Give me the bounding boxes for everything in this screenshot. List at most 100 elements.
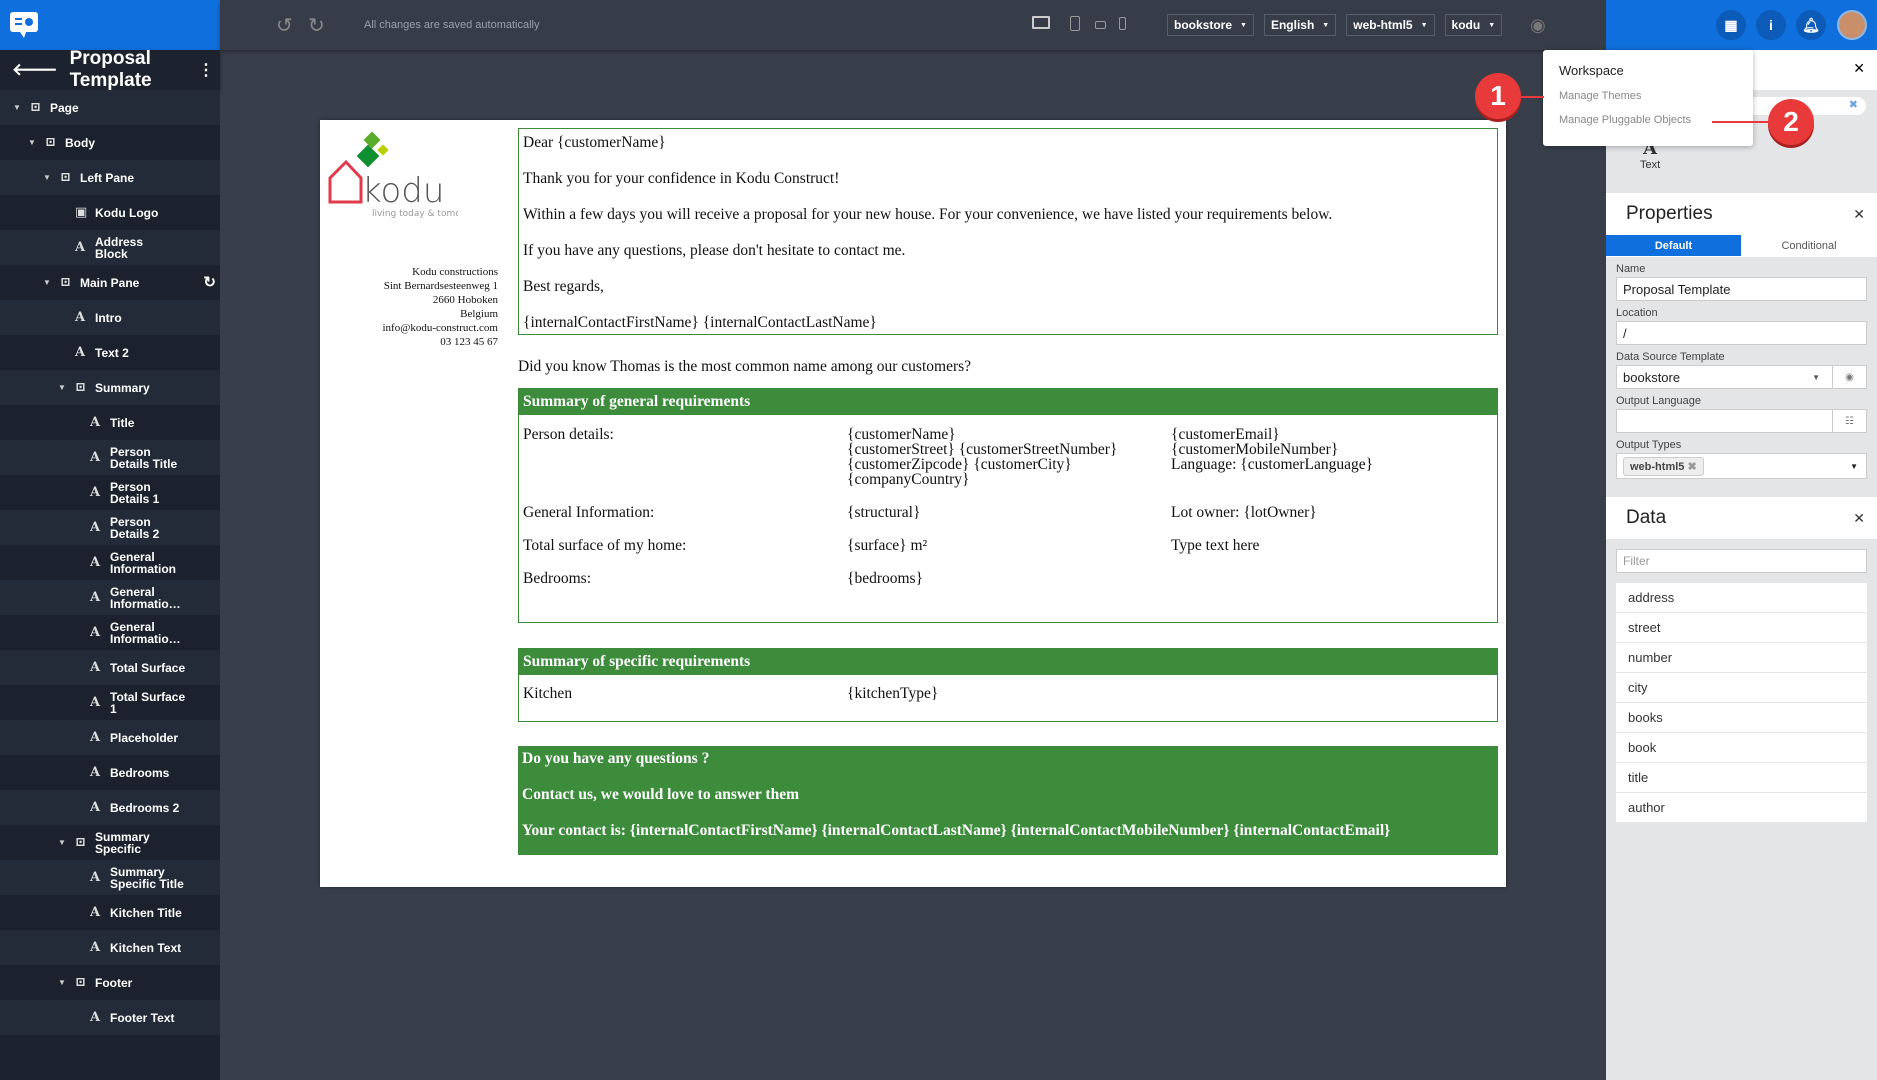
datasource-select[interactable]: bookstore ▼	[1167, 14, 1254, 36]
tree-item[interactable]: A Bedrooms	[0, 755, 220, 790]
caret-down-icon: ▼	[1322, 21, 1330, 29]
expand-caret-icon[interactable]: ▼	[43, 277, 51, 289]
did-you-know-text[interactable]: Did you know Thomas is the most common n…	[518, 358, 971, 376]
footer-block[interactable]: Do you have any questions ? Contact us, …	[518, 746, 1498, 855]
tree-item[interactable]: A Footer Text	[0, 1000, 220, 1035]
tree-item-label: Page	[50, 100, 79, 115]
avatar[interactable]	[1837, 10, 1867, 40]
container-icon: ⊡	[45, 134, 56, 150]
summary-cell: Type text here	[1171, 537, 1260, 554]
kodu-logo[interactable]: kodu living today & tomorrow	[328, 128, 458, 223]
data-filter-input[interactable]: Filter	[1616, 549, 1867, 573]
data-field-item[interactable]: title	[1616, 763, 1867, 793]
theme-select[interactable]: kodu ▼	[1444, 14, 1503, 36]
tree-item[interactable]: ▼ ⊡ Page	[0, 90, 220, 125]
menu-item-manage-pluggable-objects[interactable]: Manage Pluggable Objects	[1559, 114, 1691, 126]
text-icon: A	[90, 799, 101, 815]
tree-item[interactable]: A Kitchen Title	[0, 895, 220, 930]
refresh-icon[interactable]: ↻	[203, 275, 216, 290]
tree-item[interactable]: A Placeholder	[0, 720, 220, 755]
output-language-field[interactable]: ☷	[1616, 409, 1867, 433]
language-select[interactable]: English ▼	[1263, 14, 1337, 36]
specific-summary[interactable]: Summary of specific requirements Kitchen…	[518, 648, 1498, 722]
data-field-item[interactable]: book	[1616, 733, 1867, 763]
redo-icon[interactable]: ↻	[308, 13, 325, 38]
location-field[interactable]: /	[1616, 321, 1867, 345]
tree-item[interactable]: A Total Surface	[0, 650, 220, 685]
menu-item-manage-themes[interactable]: Manage Themes	[1559, 90, 1641, 102]
tree-item[interactable]: ▼ ⊡ Footer	[0, 965, 220, 1000]
tab-default[interactable]: Default	[1606, 235, 1741, 256]
data-field-item[interactable]: author	[1616, 793, 1867, 823]
tree-item[interactable]: A Person Details 1	[0, 475, 220, 510]
output-select[interactable]: web-html5 ▼	[1346, 14, 1435, 36]
more-menu-icon[interactable]: ⋮	[198, 60, 214, 80]
container-icon: ⊡	[60, 274, 71, 290]
intro-line: Best regards,	[523, 278, 604, 295]
output-types-field[interactable]: web-html5 ✖ ▼	[1616, 453, 1867, 479]
expand-caret-icon[interactable]: ▼	[58, 977, 66, 989]
tree-item[interactable]: A Title	[0, 405, 220, 440]
tree-item[interactable]: A Person Details 2	[0, 510, 220, 545]
tree-item[interactable]: A Text 2	[0, 335, 220, 370]
expand-caret-icon[interactable]: ▼	[43, 172, 51, 184]
collapse-icon[interactable]: ✕	[1853, 60, 1865, 77]
tree-item[interactable]: ▼ ⊡ Summary Specific	[0, 825, 220, 860]
collapse-icon[interactable]: ✕	[1853, 206, 1865, 223]
tablet-view-icon[interactable]	[1070, 16, 1080, 31]
data-field-item[interactable]: city	[1616, 673, 1867, 703]
tree-item[interactable]: A Kitchen Text	[0, 930, 220, 965]
expand-caret-icon[interactable]: ▼	[58, 382, 66, 394]
tree-item[interactable]: A Person Details Title	[0, 440, 220, 475]
tree-item-label: Text 2	[95, 345, 129, 360]
tree-item-label: Bedrooms 2	[110, 800, 180, 815]
expand-caret-icon[interactable]: ▼	[13, 102, 21, 114]
eye-icon[interactable]: ◉	[1832, 366, 1866, 388]
info-icon[interactable]: i	[1756, 10, 1786, 40]
tree-item[interactable]: A Total Surface 1	[0, 685, 220, 720]
clear-icon[interactable]: ✖	[1849, 98, 1858, 111]
tree-item[interactable]: A Summary Specific Title	[0, 860, 220, 895]
data-field-item[interactable]: books	[1616, 703, 1867, 733]
collapse-icon[interactable]: ✕	[1853, 510, 1865, 527]
text-icon: A	[90, 939, 101, 955]
tree-item[interactable]: A General Information	[0, 545, 220, 580]
tree-item[interactable]: ▣ Kodu Logo	[0, 195, 220, 230]
tab-conditional[interactable]: Conditional	[1741, 235, 1877, 256]
preview-eye-icon[interactable]: ◉	[1530, 15, 1546, 36]
document-canvas: kodu living today & tomorrow Kodu constr…	[320, 120, 1506, 887]
name-field[interactable]: Proposal Template	[1616, 277, 1867, 301]
expand-caret-icon[interactable]: ▼	[28, 137, 36, 149]
tree-item[interactable]: A Intro	[0, 300, 220, 335]
tree-item[interactable]: ▼ ⊡ Summary	[0, 370, 220, 405]
phone-view-icon[interactable]	[1119, 17, 1126, 30]
tree-item[interactable]: A Address Block	[0, 230, 220, 265]
bell-icon[interactable]: 🔔︎	[1796, 10, 1826, 40]
tree-item[interactable]: A General Informatio…	[0, 615, 220, 650]
tree-item[interactable]: ▼ ⊡ Body	[0, 125, 220, 160]
expand-caret-icon[interactable]: ▼	[58, 837, 66, 849]
tablet-landscape-icon[interactable]	[1095, 21, 1106, 29]
back-arrow-icon[interactable]: 🡐	[12, 60, 58, 80]
app-logo-icon[interactable]	[10, 12, 40, 38]
workspace-grid-icon[interactable]: ▦	[1716, 10, 1746, 40]
tree-item[interactable]: A Bedrooms 2	[0, 790, 220, 825]
text-icon: A	[90, 449, 101, 465]
data-field-item[interactable]: street	[1616, 613, 1867, 643]
remove-tag-icon: ✖	[1687, 460, 1697, 473]
undo-icon[interactable]: ↺	[276, 13, 293, 38]
data-field-item[interactable]: number	[1616, 643, 1867, 673]
tree-item[interactable]: ▼ ⊡ Main Pane ↻	[0, 265, 220, 300]
tree-item[interactable]: A General Informatio…	[0, 580, 220, 615]
address-block[interactable]: Kodu constructions Sint Bernardsesteenweg…	[340, 265, 498, 349]
lookup-icon[interactable]: ☷	[1832, 410, 1866, 432]
output-type-tag[interactable]: web-html5 ✖	[1623, 456, 1704, 476]
datasource-field[interactable]: bookstore ▼ ◉	[1616, 365, 1867, 389]
tree-item[interactable]: ▼ ⊡ Left Pane	[0, 160, 220, 195]
tree-item-label: Footer	[95, 975, 133, 990]
intro-block[interactable]: Dear {customerName} Thank you for your co…	[518, 128, 1498, 335]
general-summary[interactable]: Summary of general requirements Person d…	[518, 388, 1498, 623]
desktop-view-icon[interactable]	[1032, 16, 1050, 29]
data-field-item[interactable]: address	[1616, 583, 1867, 613]
summary-row: General Information: {structural} Lot owne…	[523, 505, 1493, 521]
